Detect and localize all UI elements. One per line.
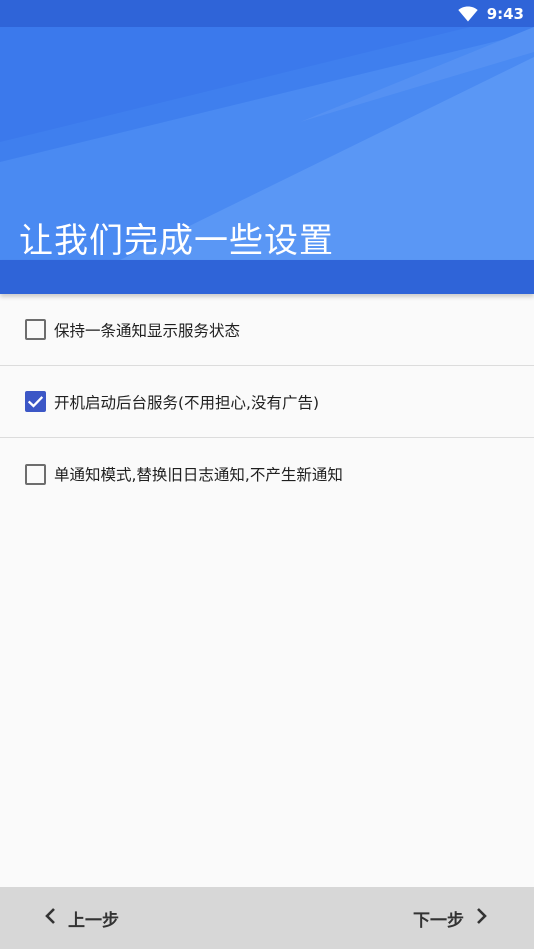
option-label: 保持一条通知显示服务状态 <box>54 321 241 340</box>
setup-screen: 9:43 让我们完成一些设置 保持一条通知显示服务状态 开机启动后台服务(不用担… <box>0 0 534 949</box>
previous-button-label: 上一步 <box>68 910 119 931</box>
option-single-notification-mode[interactable]: 单通知模式,替换旧日志通知,不产生新通知 <box>0 438 534 510</box>
checkbox-checked[interactable] <box>25 391 46 412</box>
bottom-nav-bar: 上一步 下一步 <box>0 887 534 949</box>
checkbox-unchecked[interactable] <box>25 319 46 340</box>
option-persistent-notification[interactable]: 保持一条通知显示服务状态 <box>0 294 534 366</box>
status-bar: 9:43 <box>0 0 534 27</box>
next-button-label: 下一步 <box>413 910 464 931</box>
option-label: 开机启动后台服务(不用担心,没有广告) <box>54 393 320 412</box>
previous-button[interactable]: 上一步 <box>44 887 119 949</box>
header-banner: 让我们完成一些设置 <box>0 27 534 260</box>
settings-list: 保持一条通知显示服务状态 开机启动后台服务(不用担心,没有广告) 单通知模式,替… <box>0 294 534 510</box>
next-button[interactable]: 下一步 <box>413 887 488 949</box>
chevron-right-icon <box>476 907 488 930</box>
chevron-left-icon <box>44 907 56 930</box>
checkbox-unchecked[interactable] <box>25 463 46 485</box>
page-title: 让我们完成一些设置 <box>19 221 334 260</box>
status-time: 9:43 <box>486 4 524 23</box>
checkmark-icon <box>28 395 43 408</box>
option-label: 单通知模式,替换旧日志通知,不产生新通知 <box>54 466 343 484</box>
wifi-icon <box>457 6 478 22</box>
option-start-on-boot[interactable]: 开机启动后台服务(不用担心,没有广告) <box>0 366 534 438</box>
header-strip <box>0 260 534 294</box>
